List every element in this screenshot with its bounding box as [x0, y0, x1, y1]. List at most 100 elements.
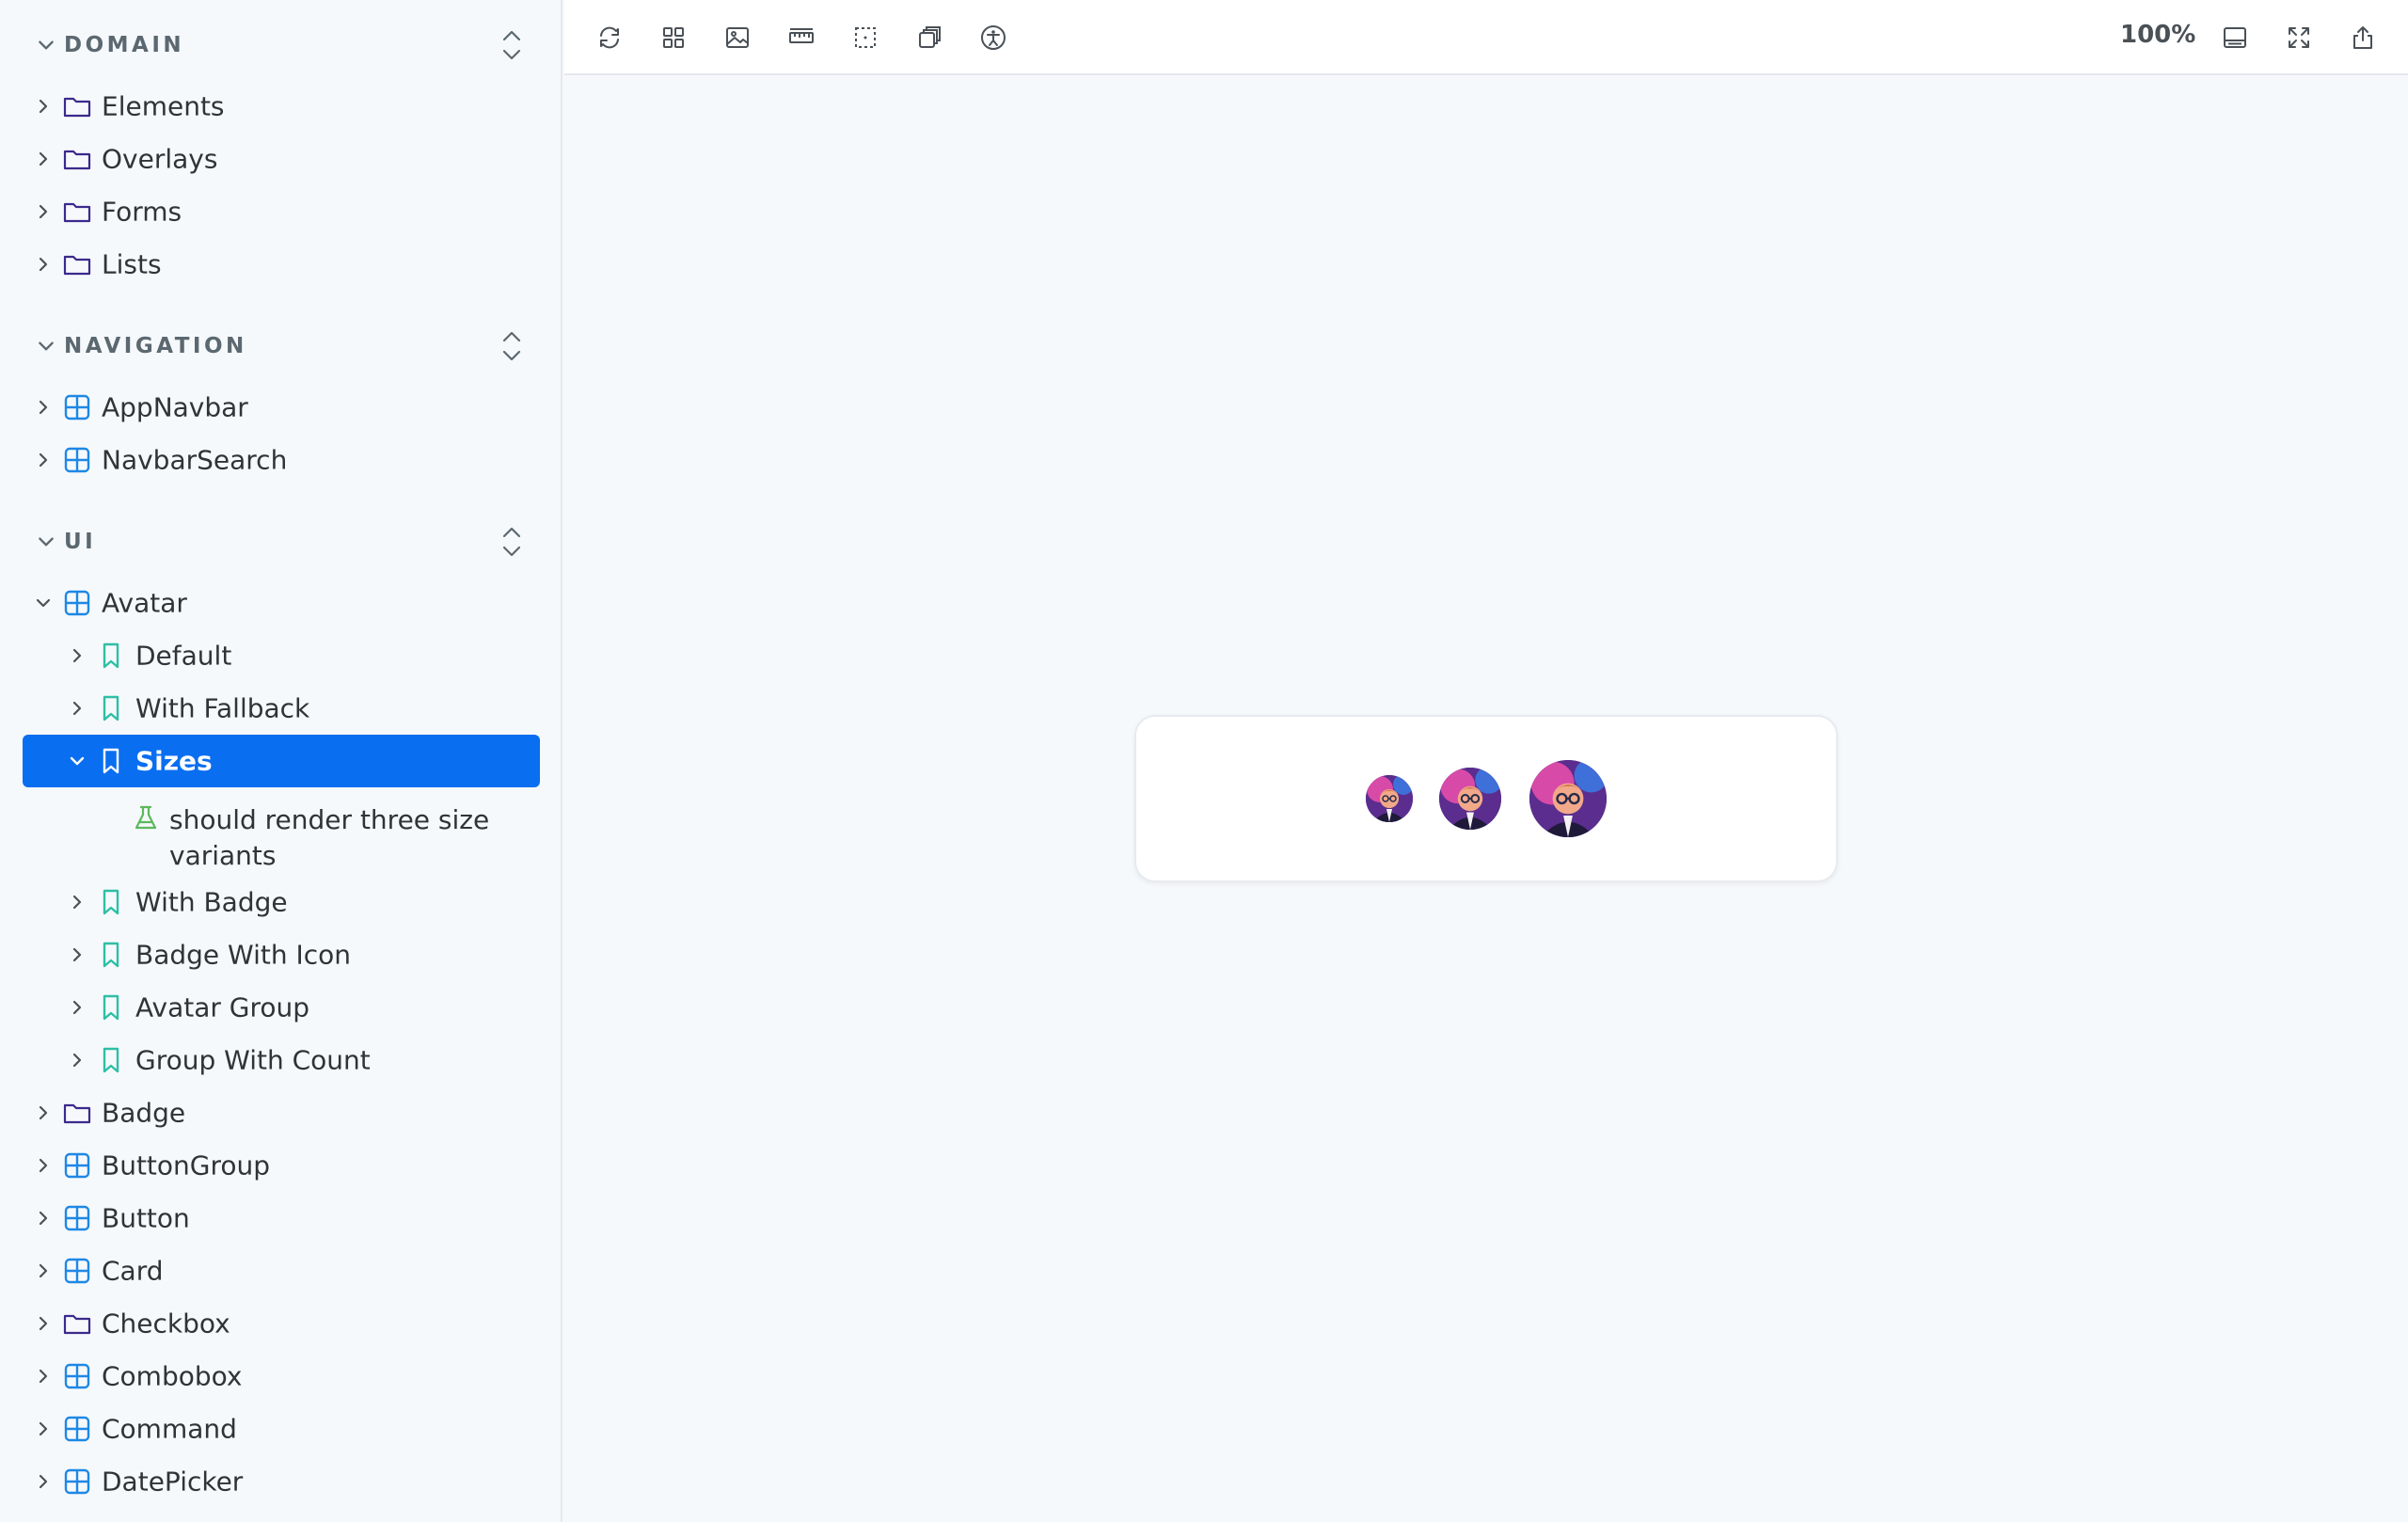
tree-item-avatar[interactable]: Avatar	[23, 578, 540, 628]
section-header-domain[interactable]: DOMAIN	[0, 19, 561, 71]
avatar-large	[1529, 760, 1607, 837]
reload-button[interactable]	[591, 19, 628, 56]
tree-item-label: Overlays	[102, 143, 218, 175]
story-item-sizes[interactable]: Sizes	[23, 735, 540, 787]
avatar-small	[1366, 775, 1413, 822]
tree-item-navbarsearch[interactable]: NavbarSearch	[23, 435, 540, 485]
tree-item-elements[interactable]: Elements	[23, 81, 540, 132]
folder-icon	[63, 1103, 91, 1124]
chevron-right-icon	[39, 1474, 48, 1489]
bookmark-icon	[103, 994, 119, 1021]
share-button[interactable]	[2344, 19, 2382, 56]
outline-button[interactable]	[847, 19, 884, 56]
chevron-right-icon	[39, 400, 48, 415]
chevron-right-icon	[39, 1369, 48, 1384]
story-item-label: With Badge	[135, 886, 288, 918]
tree-item-command[interactable]: Command	[23, 1403, 540, 1454]
fullscreen-icon	[2289, 27, 2309, 48]
expand-collapse-icon[interactable]	[499, 525, 525, 559]
tree-item-overlays[interactable]: Overlays	[23, 134, 540, 184]
zoom-level[interactable]: 100%	[2120, 21, 2195, 49]
layers-icon	[919, 26, 941, 48]
tree-item-buttongroup[interactable]: ButtonGroup	[23, 1140, 540, 1191]
chevron-right-icon	[39, 1263, 48, 1278]
expand-collapse-icon[interactable]	[499, 329, 525, 363]
accessibility-icon	[981, 25, 1006, 50]
tree-item-button[interactable]: Button	[23, 1193, 540, 1244]
section-title-navigation: NAVIGATION	[64, 334, 247, 358]
component-icon	[64, 1363, 90, 1389]
story-item-default[interactable]: Default	[23, 630, 540, 681]
tree-item-label: Checkbox	[102, 1308, 230, 1340]
sidebar: DOMAIN Elements Overlays Forms Lists NAV…	[0, 0, 562, 1522]
story-canvas	[564, 75, 2408, 1522]
chevron-down-icon	[39, 537, 54, 547]
tree-item-combobox[interactable]: Combobox	[23, 1351, 540, 1402]
story-item-with-fallback[interactable]: With Fallback	[23, 683, 540, 734]
folder-icon	[63, 97, 91, 118]
tree-item-label: Forms	[102, 196, 182, 228]
accessibility-button[interactable]	[974, 19, 1012, 56]
test-item-label: should render three size variants	[169, 804, 490, 871]
tree-item-appnavbar[interactable]: AppNavbar	[23, 382, 540, 433]
tree-item-datepicker[interactable]: DatePicker	[23, 1456, 540, 1507]
outline-icon	[855, 27, 876, 48]
background-button[interactable]	[719, 19, 756, 56]
tree-item-lists[interactable]: Lists	[23, 239, 540, 290]
tree-item-badge[interactable]: Badge	[23, 1087, 540, 1138]
fullscreen-button[interactable]	[2280, 19, 2318, 56]
addons-panel-button[interactable]	[2216, 19, 2254, 56]
component-icon	[64, 1416, 90, 1442]
tree-item-label: Command	[102, 1413, 237, 1445]
grid-button[interactable]	[655, 19, 692, 56]
story-item-label: Avatar Group	[135, 991, 310, 1023]
story-item-with-badge[interactable]: With Badge	[23, 877, 540, 927]
chevron-down-icon	[36, 598, 51, 608]
section-title-domain: DOMAIN	[64, 33, 185, 57]
tree-item-checkbox[interactable]: Checkbox	[23, 1298, 540, 1349]
story-item-badge-with-icon[interactable]: Badge With Icon	[23, 929, 540, 980]
bookmark-icon	[103, 642, 119, 669]
folder-icon	[63, 255, 91, 276]
measure-button[interactable]	[783, 19, 820, 56]
component-icon	[64, 590, 90, 616]
section-header-navigation[interactable]: NAVIGATION	[0, 320, 561, 373]
bookmark-icon	[103, 942, 119, 968]
tree-item-label: Combobox	[102, 1360, 243, 1392]
test-item-three-sizes[interactable]: should render three size variants	[23, 795, 540, 874]
avatar-image-icon	[1439, 768, 1501, 830]
chevron-right-icon	[39, 452, 48, 468]
story-item-avatar-group[interactable]: Avatar Group	[23, 982, 540, 1033]
component-icon	[64, 1152, 90, 1179]
chevron-right-icon	[39, 1316, 48, 1331]
chevron-right-icon	[72, 701, 82, 716]
avatar-image-icon	[1529, 760, 1607, 837]
tree-item-label: Lists	[102, 248, 162, 280]
tree-item-label: NavbarSearch	[102, 444, 288, 476]
preview-toolbar: 100%	[564, 0, 2408, 75]
avatar-image-icon	[1366, 775, 1413, 822]
chevron-right-icon	[72, 947, 82, 962]
chevron-right-icon	[72, 1000, 82, 1015]
chevron-right-icon	[39, 1105, 48, 1120]
tree-item-card[interactable]: Card	[23, 1245, 540, 1296]
tree-item-label: Button	[102, 1202, 190, 1234]
chevron-right-icon	[39, 1421, 48, 1436]
component-icon	[64, 394, 90, 420]
tree-item-label: Card	[102, 1255, 164, 1287]
chevron-right-icon	[39, 151, 48, 166]
story-item-group-with-count[interactable]: Group With Count	[23, 1035, 540, 1086]
story-item-label: Default	[135, 640, 232, 672]
section-title-ui: UI	[64, 530, 97, 554]
tree-item-forms[interactable]: Forms	[23, 186, 540, 237]
layers-button[interactable]	[911, 19, 948, 56]
bookmark-icon	[103, 748, 119, 774]
story-item-label: With Fallback	[135, 692, 310, 724]
chevron-right-icon	[39, 204, 48, 219]
expand-collapse-icon[interactable]	[499, 28, 525, 62]
component-icon	[64, 1258, 90, 1284]
section-header-ui[interactable]: UI	[0, 515, 561, 568]
chevron-right-icon	[39, 1158, 48, 1173]
beaker-icon	[135, 805, 157, 830]
folder-icon	[63, 1314, 91, 1335]
